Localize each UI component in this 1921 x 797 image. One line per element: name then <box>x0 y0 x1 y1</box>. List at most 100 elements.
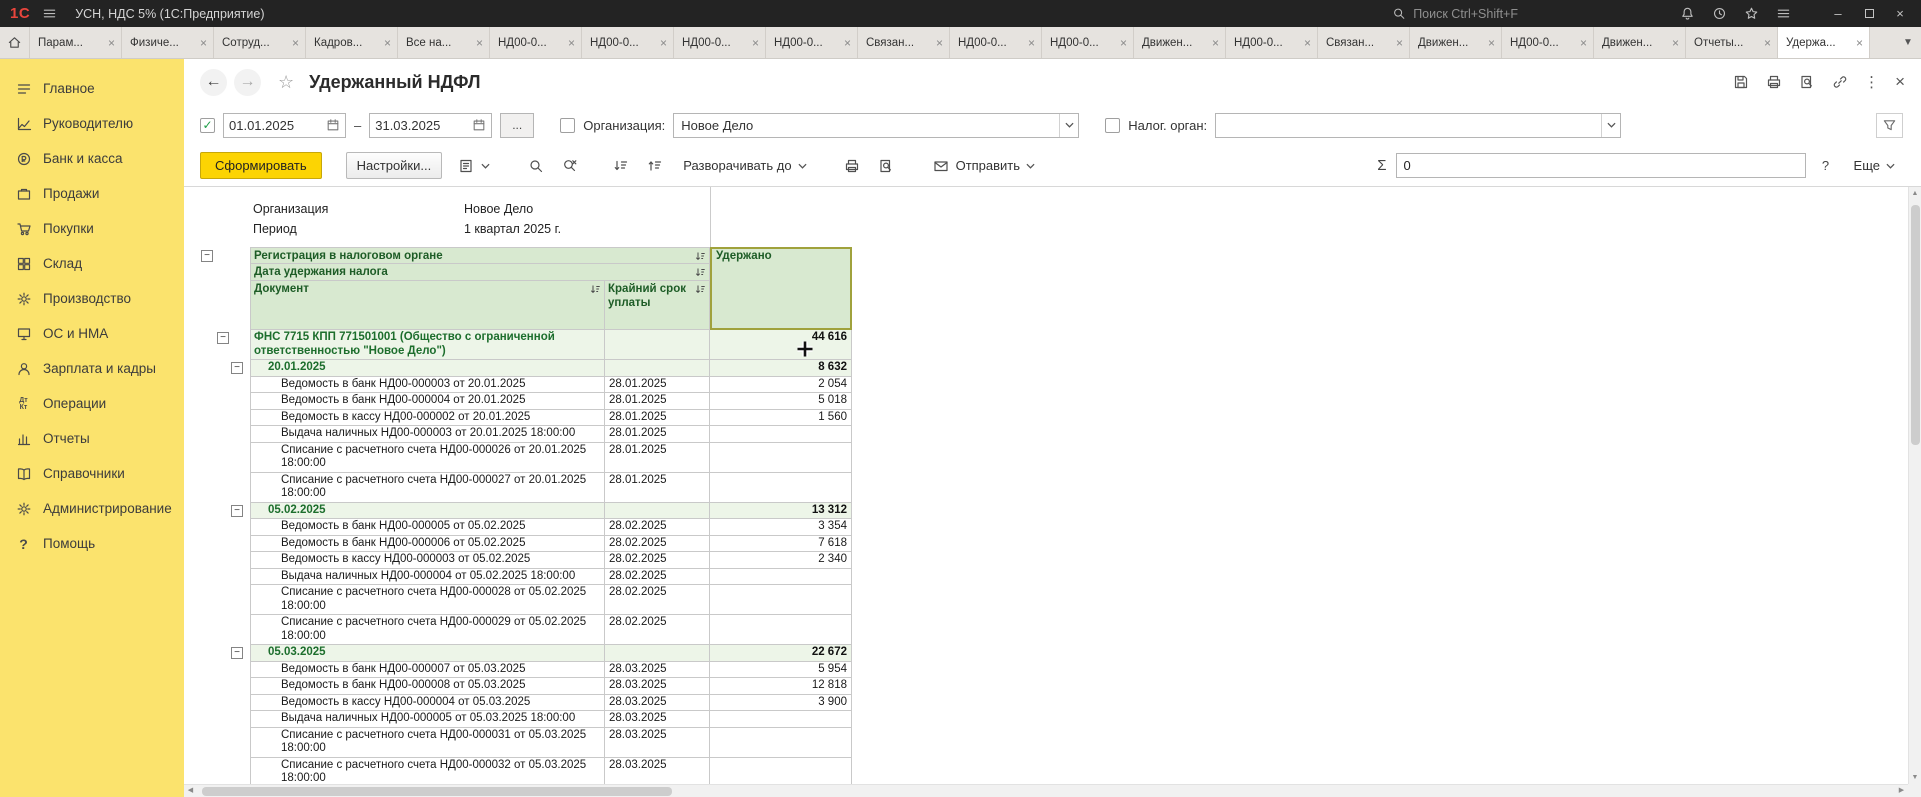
row-document[interactable]: Ведомость в кассу НД00-000003 от 05.02.2… <box>196 552 852 569</box>
print-preview-icon[interactable] <box>873 153 900 179</box>
cell-document[interactable]: Ведомость в банк НД00-000005 от 05.02.20… <box>250 519 605 536</box>
cell-withheld-amount[interactable]: 1 560 <box>710 410 852 427</box>
cell-deadline[interactable]: 28.03.2025 <box>605 758 710 788</box>
cell-withheld-amount[interactable]: 3 354 <box>710 519 852 536</box>
scroll-left-arrow[interactable]: ◀ <box>184 785 197 797</box>
expand-levels-icon[interactable] <box>641 153 668 179</box>
row-document[interactable]: Ведомость в банк НД00-000004 от 20.01.20… <box>196 393 852 410</box>
sidebar-item-references[interactable]: Справочники <box>0 456 184 491</box>
help-button[interactable]: ? <box>1815 155 1837 177</box>
cell-withheld-amount[interactable] <box>710 758 852 788</box>
row-document[interactable]: Списание с расчетного счета НД00-000029 … <box>196 615 852 645</box>
cell-withheld-amount[interactable]: 5 018 <box>710 393 852 410</box>
tab-11[interactable]: НД00-0...× <box>950 27 1042 58</box>
back-button[interactable]: ← <box>200 69 227 96</box>
cell-document[interactable]: 20.01.2025 <box>250 360 605 377</box>
tab-close-icon[interactable]: × <box>1028 36 1035 50</box>
sidebar-item-help[interactable]: ?Помощь <box>0 526 184 561</box>
home-tab[interactable] <box>0 27 30 58</box>
collapse-group-button[interactable]: − <box>231 362 243 374</box>
cell-document[interactable]: ФНС 7715 КПП 771501001 (Общество с огран… <box>250 330 605 360</box>
row-document[interactable]: Списание с расчетного счета НД00-000027 … <box>196 473 852 503</box>
cell-document[interactable]: 05.02.2025 <box>250 503 605 520</box>
cell-deadline[interactable]: 28.03.2025 <box>605 695 710 712</box>
row-document[interactable]: Списание с расчетного счета НД00-000031 … <box>196 728 852 758</box>
tab-17[interactable]: НД00-0...× <box>1502 27 1594 58</box>
more-actions-icon[interactable]: ⋮ <box>1864 73 1879 91</box>
get-link-icon[interactable] <box>1831 74 1848 91</box>
tab-7[interactable]: НД00-0...× <box>582 27 674 58</box>
tab-close-icon[interactable]: × <box>476 36 483 50</box>
cell-withheld-amount[interactable]: 7 618 <box>710 536 852 553</box>
row-document[interactable]: Ведомость в кассу НД00-000004 от 05.03.2… <box>196 695 852 712</box>
cell-withheld-amount[interactable]: 44 616 <box>710 330 852 360</box>
document-header-cell[interactable]: Документ <box>250 281 605 330</box>
cell-deadline[interactable] <box>605 645 710 662</box>
tab-20[interactable]: Удержа...× <box>1778 27 1870 58</box>
cell-withheld-amount[interactable]: 8 632 <box>710 360 852 377</box>
tab-close-icon[interactable]: × <box>200 36 207 50</box>
favorite-star-icon[interactable]: ☆ <box>278 72 294 93</box>
cell-withheld-amount[interactable] <box>710 615 852 645</box>
filter-funnel-button[interactable] <box>1876 113 1903 138</box>
main-menu-icon[interactable] <box>41 5 58 22</box>
tab-close-icon[interactable]: × <box>292 36 299 50</box>
more-button[interactable]: Еще <box>1846 153 1903 178</box>
save-icon[interactable] <box>1732 74 1749 91</box>
cell-withheld-amount[interactable] <box>710 728 852 758</box>
withheld-header-cell-selected[interactable]: Удержано <box>710 247 852 330</box>
cell-deadline[interactable] <box>605 503 710 520</box>
tools-menu-icon[interactable] <box>1775 5 1792 22</box>
tab-8[interactable]: НД00-0...× <box>674 27 766 58</box>
cell-deadline[interactable]: 28.02.2025 <box>605 615 710 645</box>
cell-withheld-amount[interactable] <box>710 569 852 586</box>
sidebar-item-administration[interactable]: Администрирование <box>0 491 184 526</box>
generate-button[interactable]: Сформировать <box>200 152 322 179</box>
sidebar-item-reports[interactable]: Отчеты <box>0 421 184 456</box>
row-document[interactable]: Ведомость в кассу НД00-000002 от 20.01.2… <box>196 410 852 427</box>
sidebar-item-bank[interactable]: Банк и касса <box>0 141 184 176</box>
forward-button[interactable]: → <box>234 69 261 96</box>
tab-12[interactable]: НД00-0...× <box>1042 27 1134 58</box>
tab-4[interactable]: Кадров...× <box>306 27 398 58</box>
row-document[interactable]: Списание с расчетного счета НД00-000032 … <box>196 758 852 788</box>
cell-withheld-amount[interactable] <box>710 585 852 615</box>
tab-close-icon[interactable]: × <box>384 36 391 50</box>
tab-5[interactable]: Все на...× <box>398 27 490 58</box>
cell-deadline[interactable]: 28.03.2025 <box>605 728 710 758</box>
cell-document[interactable]: 05.03.2025 <box>250 645 605 662</box>
cell-document[interactable]: Списание с расчетного счета НД00-000028 … <box>250 585 605 615</box>
sidebar-item-hr[interactable]: Зарплата и кадры <box>0 351 184 386</box>
vertical-scrollbar[interactable]: ▲ ▼ <box>1908 187 1921 784</box>
date-to-input[interactable]: 31.03.2025 <box>369 113 492 138</box>
collapse-levels-icon[interactable] <box>607 153 634 179</box>
chevron-down-icon[interactable] <box>1059 114 1078 137</box>
cell-document[interactable]: Ведомость в банк НД00-000003 от 20.01.20… <box>250 377 605 394</box>
find-cancel-icon[interactable] <box>556 153 583 179</box>
cell-deadline[interactable] <box>605 360 710 377</box>
cell-deadline[interactable]: 28.02.2025 <box>605 519 710 536</box>
tab-close-icon[interactable]: × <box>1212 36 1219 50</box>
calendar-icon[interactable] <box>472 118 486 132</box>
sort-icon[interactable] <box>695 267 706 278</box>
sidebar-item-assets[interactable]: ОС и НМА <box>0 316 184 351</box>
sidebar-item-main[interactable]: Главное <box>0 71 184 106</box>
tab-close-icon[interactable]: × <box>108 36 115 50</box>
period-checkbox[interactable]: ✓ <box>200 118 215 133</box>
row-document[interactable]: Выдача наличных НД00-000003 от 20.01.202… <box>196 426 852 443</box>
cell-document[interactable]: Списание с расчетного счета НД00-000031 … <box>250 728 605 758</box>
calendar-icon[interactable] <box>326 118 340 132</box>
cell-deadline[interactable]: 28.03.2025 <box>605 678 710 695</box>
cell-withheld-amount[interactable] <box>710 473 852 503</box>
sidebar-item-manager[interactable]: Руководителю <box>0 106 184 141</box>
cell-deadline[interactable]: 28.01.2025 <box>605 377 710 394</box>
print-icon[interactable] <box>839 153 866 179</box>
autosum-input[interactable] <box>1396 153 1806 178</box>
cell-document[interactable]: Списание с расчетного счета НД00-000029 … <box>250 615 605 645</box>
close-window-button[interactable]: × <box>1893 6 1907 21</box>
tab-2[interactable]: Физиче...× <box>122 27 214 58</box>
tab-close-icon[interactable]: × <box>660 36 667 50</box>
global-search[interactable]: Поиск Ctrl+Shift+F <box>1392 7 1518 21</box>
tab-9[interactable]: НД00-0...× <box>766 27 858 58</box>
cell-deadline[interactable]: 28.02.2025 <box>605 536 710 553</box>
